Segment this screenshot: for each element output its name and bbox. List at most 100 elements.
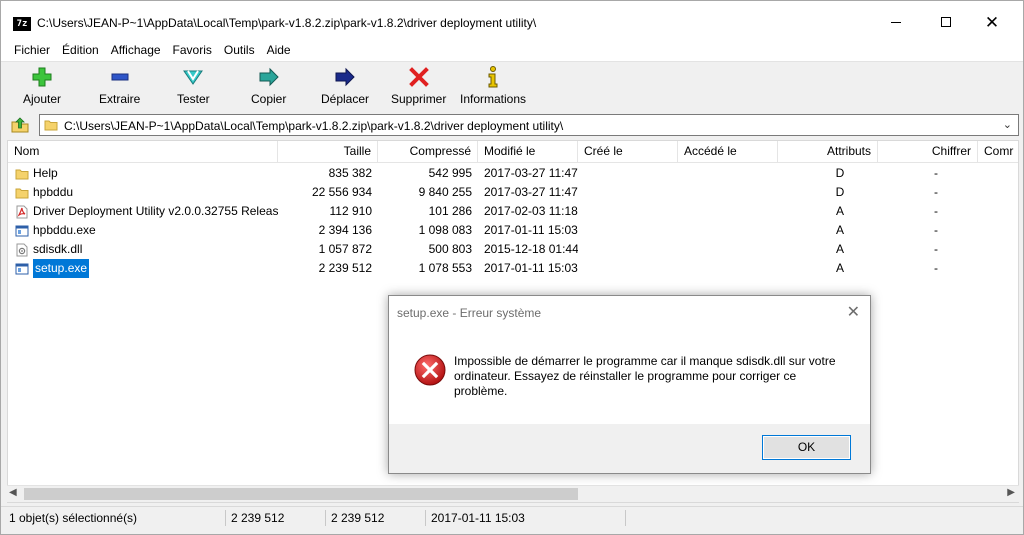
file-accessed [678, 202, 778, 221]
file-packed: 1 098 083 [418, 223, 472, 237]
file-attributes: A [835, 242, 844, 256]
move-label: Déplacer [321, 92, 370, 106]
add-button[interactable]: Ajouter [23, 66, 61, 110]
file-encrypted: - [934, 204, 938, 218]
column-header-encrypted[interactable]: Chiffrer [878, 141, 978, 163]
chevron-down-icon[interactable]: ⌄ [1003, 118, 1012, 131]
copy-label: Copier [251, 92, 287, 106]
file-packed: 542 995 [428, 166, 472, 180]
file-name-cell: hpbddu [8, 183, 278, 202]
table-row[interactable]: hpbddu.exe 2 394 136 1 098 083 2017-01-1… [8, 221, 1018, 240]
file-packed: 500 803 [428, 242, 472, 256]
column-header-comment[interactable]: Comr [978, 141, 1018, 163]
info-label: Informations [460, 92, 527, 106]
exe-icon [15, 225, 29, 236]
file-name-cell: hpbddu.exe [8, 221, 278, 240]
minimize-icon [891, 21, 901, 23]
file-size: 835 382 [328, 166, 372, 180]
test-button[interactable]: Tester [177, 66, 210, 110]
scroll-left-icon[interactable]: ◀ [9, 487, 17, 498]
file-encrypted: - [934, 261, 938, 275]
table-row[interactable]: sdisdk.dll 1 057 872 500 803 2015-12-18 … [8, 240, 1018, 259]
file-name-cell: Help [8, 164, 278, 183]
file-attributes: A [835, 261, 844, 275]
column-header-packed[interactable]: Compressé [378, 141, 478, 163]
file-modified: 2017-03-27 11:47 [484, 185, 578, 199]
up-folder-icon[interactable] [11, 117, 29, 133]
exe-icon [15, 263, 29, 274]
folder-icon [15, 169, 29, 179]
delete-button[interactable]: Supprimer [391, 66, 446, 110]
status-divider [325, 510, 326, 526]
dialog-message-line: problème. [454, 384, 508, 398]
extract-button[interactable]: Extraire [99, 66, 140, 110]
error-dialog: setup.exe - Erreur système ✕ Impossible … [388, 295, 871, 474]
copy-button[interactable]: Copier [251, 66, 286, 110]
file-modified: 2017-01-11 15:03 [484, 223, 578, 237]
dialog-message-line: ordinateur. Essayez de réinstaller le pr… [454, 369, 797, 383]
file-size: 2 239 512 [318, 261, 372, 275]
dll-icon [16, 243, 28, 256]
column-header-created[interactable]: Créé le [578, 141, 678, 163]
address-path: C:\Users\JEAN-P~1\AppData\Local\Temp\par… [64, 119, 564, 133]
menu-outils[interactable]: Outils [218, 41, 261, 61]
close-button[interactable]: ✕ [969, 7, 1015, 37]
table-row[interactable]: Driver Deployment Utility v2.0.0.32755 R… [8, 202, 1018, 221]
delete-x-icon [408, 66, 430, 88]
file-modified: 2017-02-03 11:18 [484, 204, 578, 218]
table-row[interactable]: Help 835 382 542 995 2017-03-27 11:47 D … [8, 164, 1018, 183]
add-label: Ajouter [23, 92, 62, 106]
menu-favoris[interactable]: Favoris [167, 41, 218, 61]
horizontal-scrollbar[interactable]: ◀ ▶ [7, 485, 1019, 502]
column-header-attributes[interactable]: Attributs [778, 141, 878, 163]
file-name-cell: Driver Deployment Utility v2.0.0.32755 R… [8, 202, 278, 221]
file-size: 1 057 872 [318, 242, 372, 256]
info-button[interactable]: Informations [460, 66, 526, 110]
file-accessed [678, 183, 778, 202]
table-row-selected[interactable]: setup.exe 2 239 512 1 078 553 2017-01-11… [8, 259, 1018, 278]
dialog-message-line: Impossible de démarrer le programme car … [454, 354, 836, 368]
column-header-size[interactable]: Taille [278, 141, 378, 163]
file-packed: 101 286 [428, 204, 472, 218]
check-icon [182, 66, 204, 88]
file-packed: 1 078 553 [418, 261, 472, 275]
column-header-accessed[interactable]: Accédé le [678, 141, 778, 163]
maximize-button[interactable] [923, 7, 969, 37]
file-encrypted: - [934, 166, 938, 180]
move-button[interactable]: Déplacer [321, 66, 369, 110]
file-name: Help [33, 166, 58, 180]
address-bar[interactable]: C:\Users\JEAN-P~1\AppData\Local\Temp\par… [39, 114, 1019, 136]
scrollbar-thumb[interactable] [24, 488, 578, 500]
title-bar: 7z C:\Users\JEAN-P~1\AppData\Local\Temp\… [1, 1, 1023, 41]
scroll-right-icon[interactable]: ▶ [1007, 487, 1015, 498]
file-created [578, 164, 678, 183]
table-row[interactable]: hpbddu 22 556 934 9 840 255 2017-03-27 1… [8, 183, 1018, 202]
file-created [578, 202, 678, 221]
dialog-close-icon[interactable]: ✕ [847, 302, 860, 322]
status-divider [625, 510, 626, 526]
file-attributes: A [835, 204, 844, 218]
column-header-modified[interactable]: Modifié le [478, 141, 578, 163]
file-attributes: D [835, 185, 845, 199]
file-name: sdisdk.dll [33, 242, 83, 256]
folder-icon [15, 188, 29, 198]
menu-edition[interactable]: Édition [56, 41, 105, 61]
ok-button[interactable]: OK [762, 435, 851, 460]
file-name-cell: setup.exe [8, 259, 278, 278]
file-accessed [678, 240, 778, 259]
menu-aide[interactable]: Aide [261, 41, 297, 61]
file-name: Driver Deployment Utility v2.0.0.32755 R… [33, 204, 278, 218]
minimize-button[interactable] [873, 7, 919, 37]
column-header-name[interactable]: Nom [8, 141, 278, 163]
file-encrypted: - [934, 242, 938, 256]
extract-label: Extraire [99, 92, 141, 106]
menu-affichage[interactable]: Affichage [105, 41, 167, 61]
file-size: 112 910 [329, 204, 373, 218]
file-created [578, 240, 678, 259]
status-modified: 2017-01-11 15:03 [431, 511, 525, 525]
file-encrypted: - [934, 185, 938, 199]
status-size: 2 239 512 [231, 511, 285, 525]
menu-fichier[interactable]: Fichier [8, 41, 56, 61]
close-icon: ✕ [984, 12, 1000, 32]
file-created [578, 183, 678, 202]
